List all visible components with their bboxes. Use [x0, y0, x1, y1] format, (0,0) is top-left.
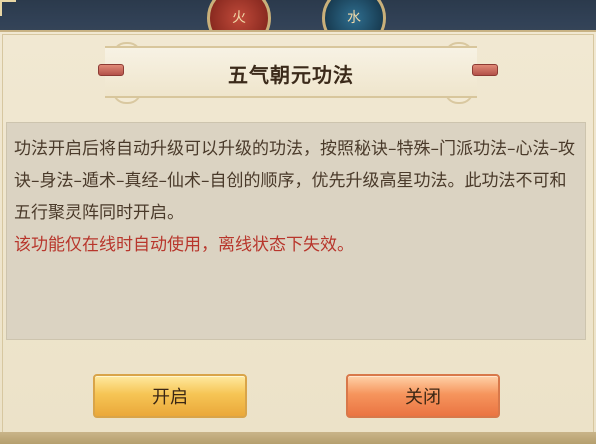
orb-glyph: 火 — [232, 10, 246, 26]
close-button[interactable]: 关闭 — [346, 374, 500, 418]
orb-glyph: 水 — [347, 10, 361, 26]
dialog: 五气朝元功法 功法开启后将自动升级可以升级的功法，按照秘诀–特殊–门派功法–心法… — [0, 30, 596, 444]
scroll-rod-right — [472, 64, 498, 76]
dialog-title: 五气朝元功法 — [228, 63, 354, 87]
content-panel: 功法开启后将自动升级可以升级的功法，按照秘诀–特殊–门派功法–心法–攻诀–身法–… — [6, 122, 586, 340]
corner-ornament — [0, 0, 16, 16]
open-button[interactable]: 开启 — [93, 374, 247, 418]
warning-text: 该功能仅在线时自动使用，离线状态下失效。 — [14, 235, 354, 255]
open-button-label: 开启 — [152, 387, 188, 408]
description-text: 功法开启后将自动升级可以升级的功法，按照秘诀–特殊–门派功法–心法–攻诀–身法–… — [14, 139, 575, 223]
title-scroll: 五气朝元功法 — [105, 46, 477, 98]
close-button-label: 关闭 — [405, 387, 441, 408]
bottom-frame — [0, 432, 596, 444]
scroll-rod-left — [98, 64, 124, 76]
